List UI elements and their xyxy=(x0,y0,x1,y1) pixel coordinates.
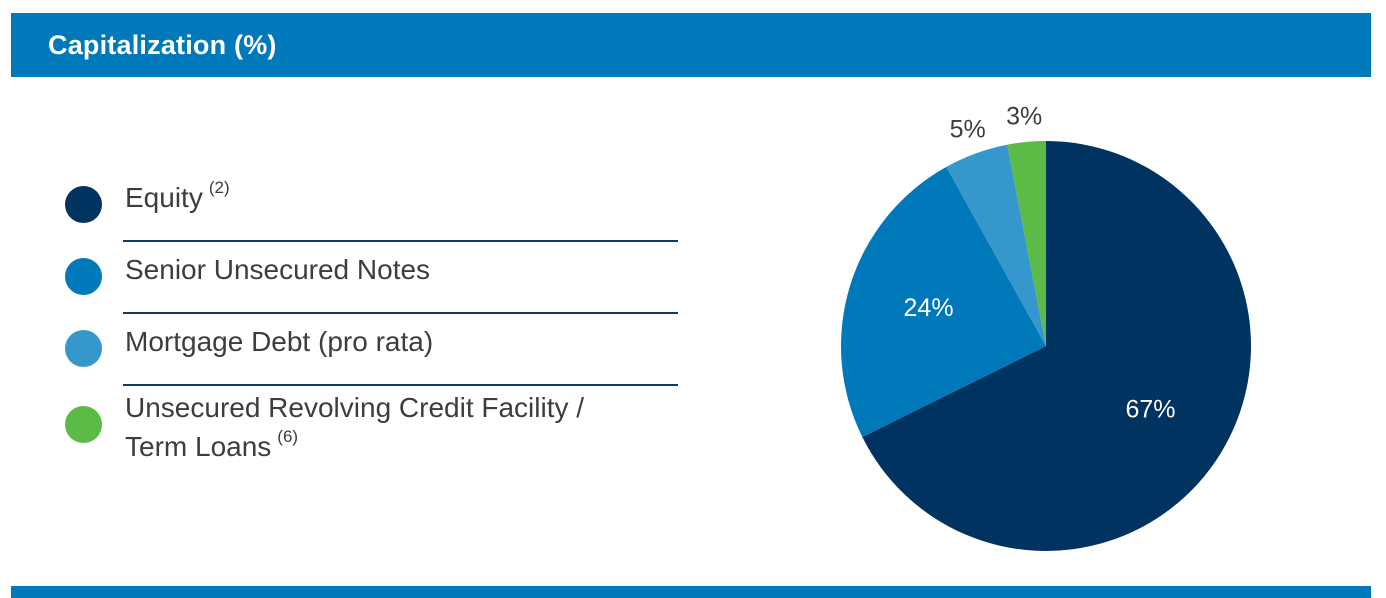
pie-label-senior-unsecured-notes: 24% xyxy=(904,294,954,322)
legend-label-revolver: Unsecured Revolving Credit Facility / Ter… xyxy=(125,392,585,462)
pie-label-equity: 67% xyxy=(1125,395,1175,423)
header-bar: Capitalization (%) xyxy=(11,13,1371,77)
legend-item-revolver: Unsecured Revolving Credit Facility / Ter… xyxy=(63,386,678,462)
legend-label-mortgage: Mortgage Debt (pro rata) xyxy=(125,326,434,357)
pie-chart: 67% 24% 5% 3% xyxy=(841,103,1251,551)
legend-item-mortgage: Mortgage Debt (pro rata) xyxy=(63,314,678,386)
legend-item-senior-notes: Senior Unsecured Notes xyxy=(63,242,678,314)
legend-dot-senior-notes xyxy=(65,258,102,295)
pie-label-mortgage-debt-pro-rata: 5% xyxy=(950,115,986,143)
legend: Equity (2) Senior Unsecured Notes Mortgag… xyxy=(63,170,678,462)
legend-label-equity: Equity (2) xyxy=(125,178,230,213)
footnote-marker: (6) xyxy=(277,427,299,446)
footnote-marker: (2) xyxy=(208,178,230,197)
legend-item-equity: Equity (2) xyxy=(63,170,678,242)
pie-label-unsecured-revolving-credit-facility-term-loans: 3% xyxy=(1006,103,1042,131)
legend-dot-revolver xyxy=(65,406,102,443)
legend-label-senior-notes: Senior Unsecured Notes xyxy=(125,254,431,285)
page-title: Capitalization (%) xyxy=(48,29,277,60)
footer-bar xyxy=(11,586,1371,598)
legend-dot-mortgage xyxy=(65,330,102,367)
legend-dot-equity xyxy=(65,186,102,223)
